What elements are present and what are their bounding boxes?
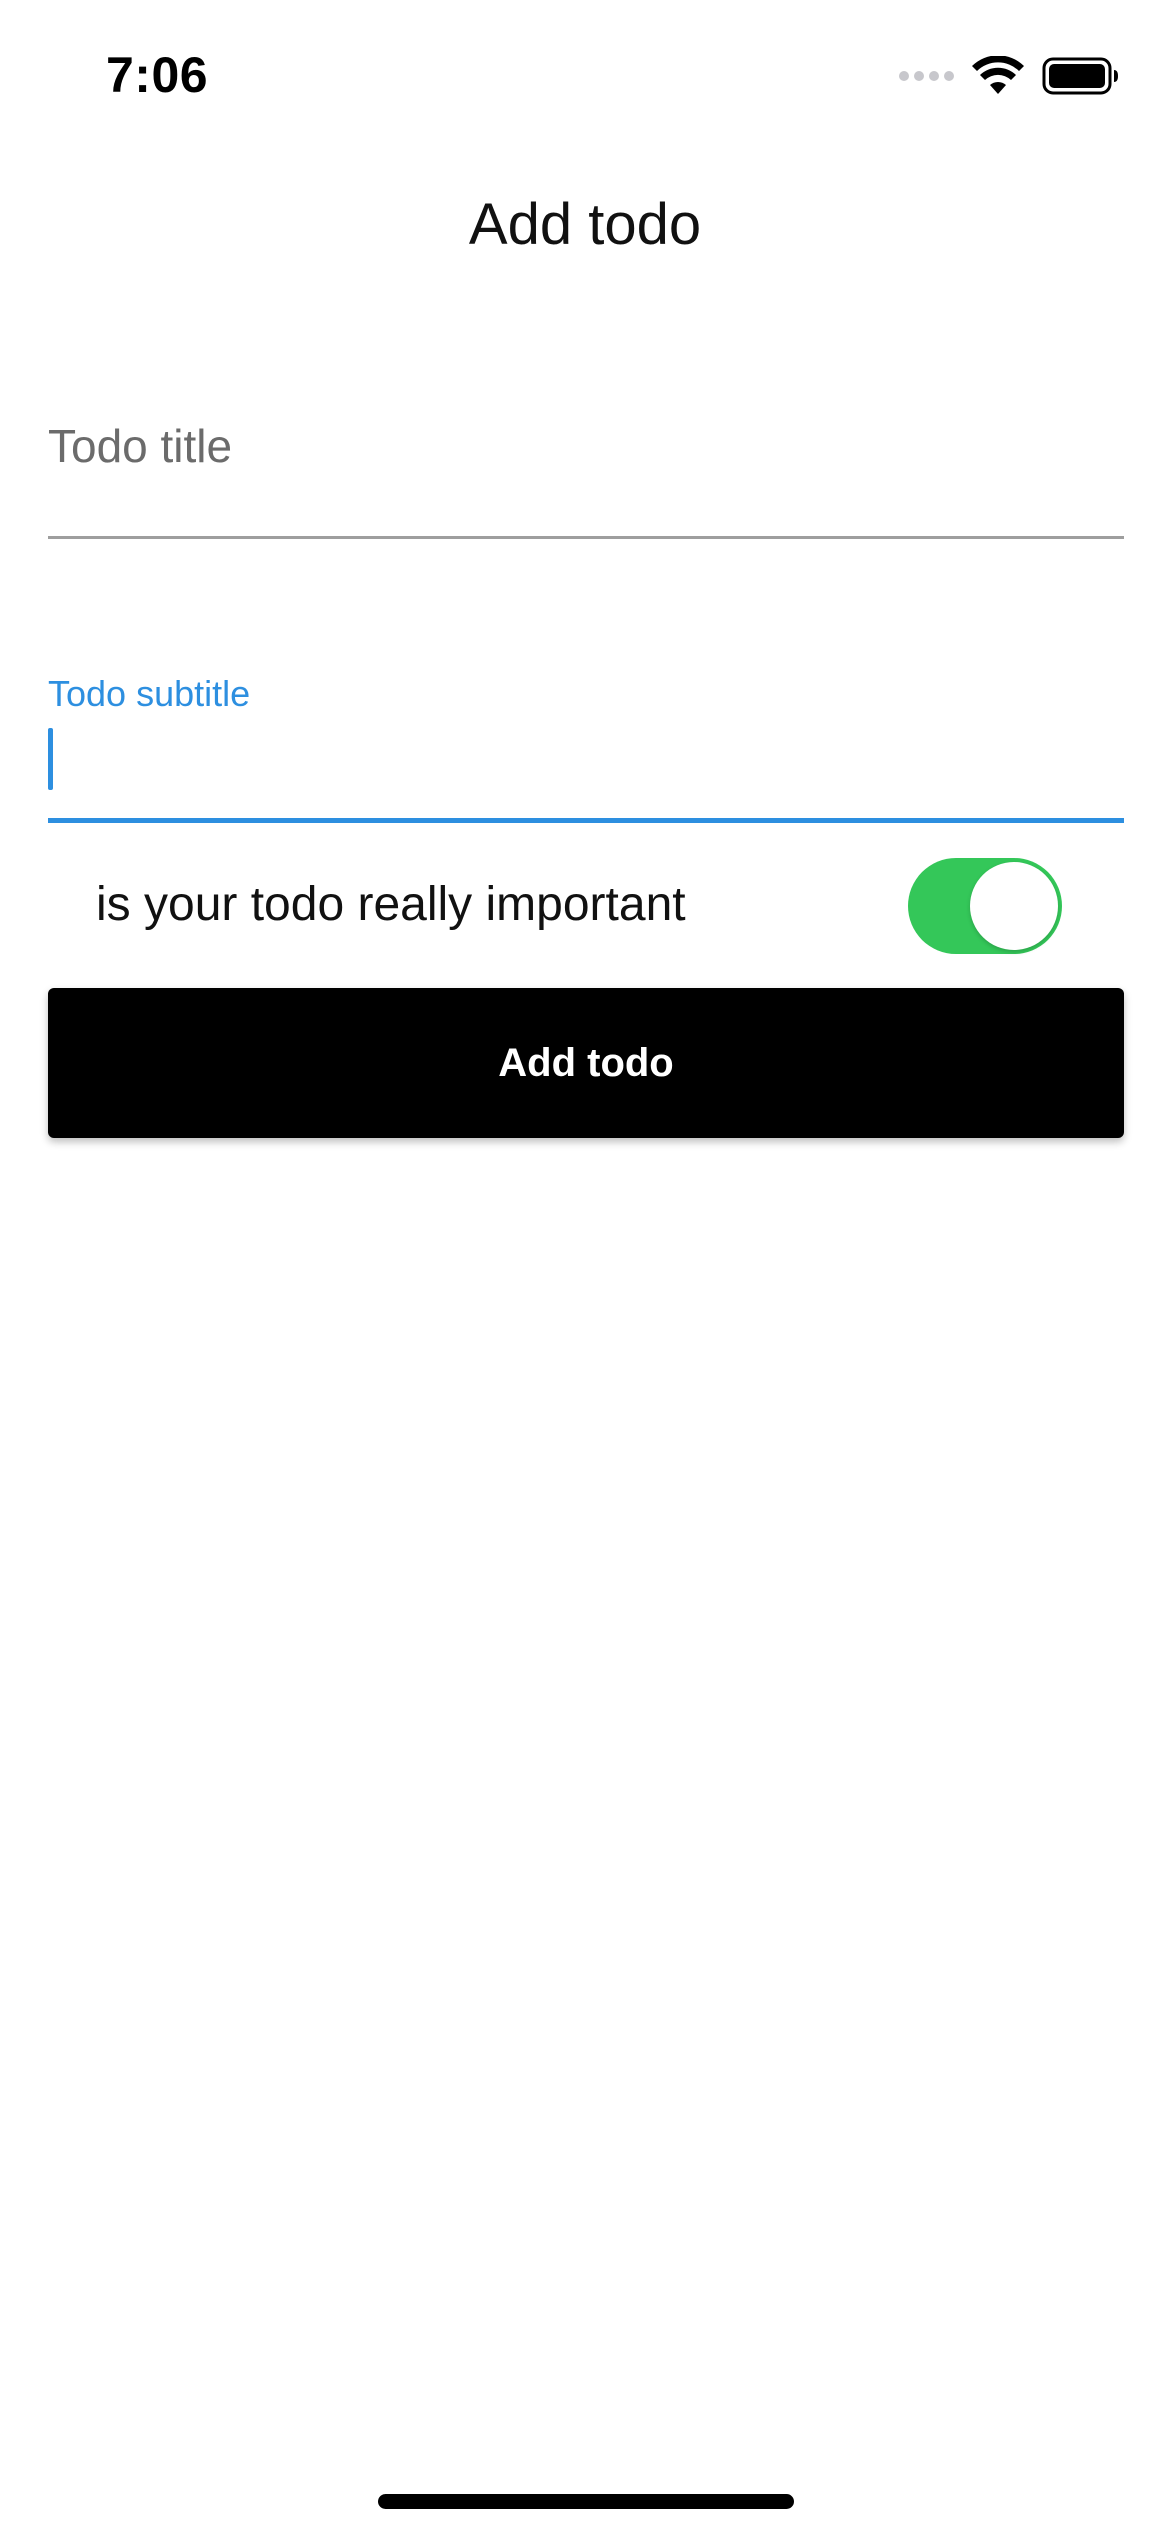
important-toggle-row: is your todo really important (96, 858, 1066, 954)
todo-title-field[interactable]: Todo title (48, 400, 1124, 539)
wifi-icon (972, 56, 1024, 94)
text-cursor (48, 728, 53, 790)
important-toggle-switch[interactable] (908, 858, 1062, 954)
add-todo-button[interactable]: Add todo (48, 988, 1124, 1138)
todo-subtitle-label: Todo subtitle (48, 673, 251, 714)
todo-title-placeholder: Todo title (48, 420, 233, 472)
page-title: Add todo (468, 192, 702, 257)
important-toggle-label: is your todo really important (96, 878, 686, 931)
status-time: 7:06 (106, 47, 209, 103)
battery-icon (1042, 57, 1118, 95)
cellular-signal-icon (899, 71, 954, 81)
toggle-knob (970, 862, 1058, 950)
todo-subtitle-field[interactable]: Todo subtitle (48, 670, 1124, 823)
home-indicator[interactable] (378, 2494, 794, 2509)
status-icons (899, 52, 1120, 100)
